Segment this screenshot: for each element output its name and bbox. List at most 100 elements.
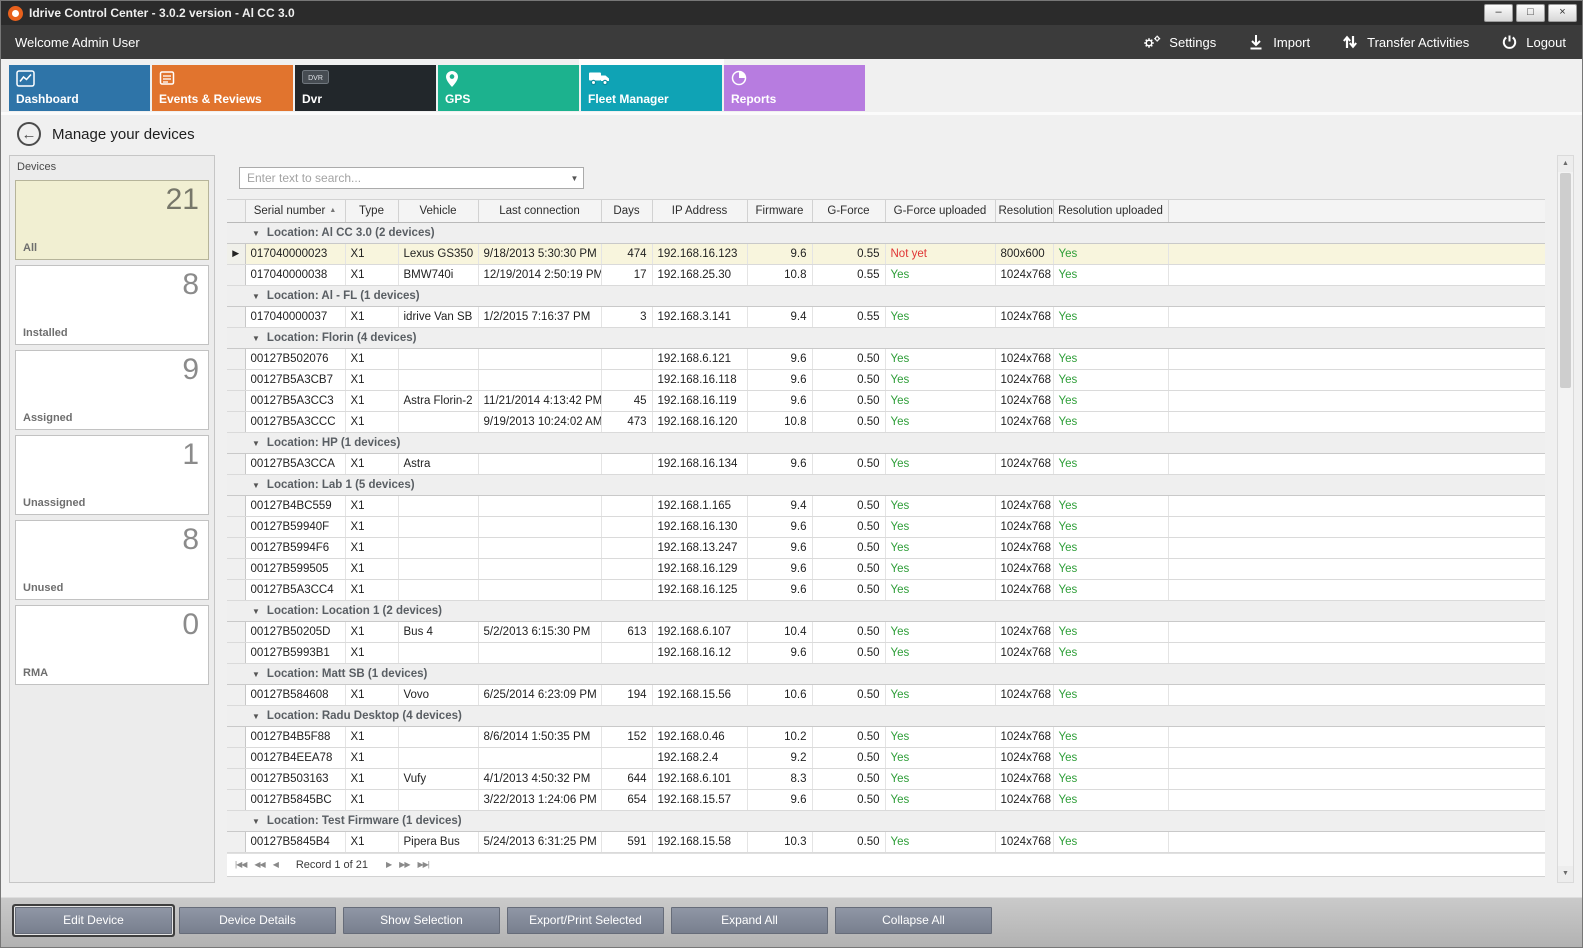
tab-gps[interactable]: GPS <box>438 65 579 111</box>
device-count: 1 <box>182 438 199 472</box>
device-row[interactable]: 00127B4BC559X1192.168.1.1659.40.50Yes102… <box>227 495 1545 516</box>
show-selection-button[interactable]: Show Selection <box>343 907 500 934</box>
cell-vehicle <box>398 558 478 579</box>
device-row[interactable]: ▶017040000023X1Lexus GS3509/18/2013 5:30… <box>227 243 1545 264</box>
column-header-last-connection[interactable]: Last connection <box>478 200 601 222</box>
scroll-down-icon[interactable]: ▼ <box>1558 866 1573 882</box>
collapse-all-button[interactable]: Collapse All <box>835 907 992 934</box>
column-header-serial-number[interactable]: Serial number▲ <box>245 200 345 222</box>
collapse-icon[interactable]: ▼ <box>252 670 260 679</box>
nav-logout[interactable]: Logout <box>1499 33 1566 51</box>
device-row[interactable]: 00127B5A3CC4X1192.168.16.1259.60.50Yes10… <box>227 579 1545 600</box>
device-filter-rma[interactable]: 0RMA <box>15 605 209 685</box>
device-row[interactable]: 00127B5A3CC3X1Astra Florin-211/21/2014 4… <box>227 390 1545 411</box>
device-row[interactable]: 00127B5A3CCCX19/19/2013 10:24:02 AM47319… <box>227 411 1545 432</box>
group-row[interactable]: ▼Location: Lab 1 (5 devices) <box>227 474 1545 495</box>
column-header-type[interactable]: Type <box>345 200 398 222</box>
device-row[interactable]: 00127B502076X1192.168.6.1219.60.50Yes102… <box>227 348 1545 369</box>
device-row[interactable]: 00127B5A3CCAX1Astra192.168.16.1349.60.50… <box>227 453 1545 474</box>
group-row[interactable]: ▼Location: Location 1 (2 devices) <box>227 600 1545 621</box>
collapse-icon[interactable]: ▼ <box>252 334 260 343</box>
tab-events-reviews[interactable]: Events & Reviews <box>152 65 293 111</box>
export-print-selected-button[interactable]: Export/Print Selected <box>507 907 664 934</box>
pager-next-page-button[interactable]: ▶▶ <box>399 860 409 869</box>
device-row[interactable]: 00127B4EEA78X1192.168.2.49.20.50Yes1024x… <box>227 747 1545 768</box>
nav-settings[interactable]: Settings <box>1142 33 1216 51</box>
maximize-button[interactable]: □ <box>1516 4 1545 22</box>
column-header-firmware[interactable]: Firmware <box>747 200 812 222</box>
device-row[interactable]: 017040000037X1idrive Van SB1/2/2015 7:16… <box>227 306 1545 327</box>
cell-resolution-uploaded: Yes <box>1053 243 1168 264</box>
device-row[interactable]: 00127B5A3CB7X1192.168.16.1189.60.50Yes10… <box>227 369 1545 390</box>
back-button[interactable]: ← <box>17 122 41 146</box>
collapse-icon[interactable]: ▼ <box>252 817 260 826</box>
collapse-icon[interactable]: ▼ <box>252 292 260 301</box>
row-indicator <box>227 768 245 789</box>
pager-prev-page-button[interactable]: ◀◀ <box>254 860 264 869</box>
column-header-g-force[interactable]: G-Force <box>812 200 885 222</box>
device-filter-unassigned[interactable]: 1Unassigned <box>15 435 209 515</box>
group-row[interactable]: ▼Location: Al CC 3.0 (2 devices) <box>227 222 1545 243</box>
pager-prev-button[interactable]: ◀ <box>273 860 278 869</box>
device-row[interactable]: 00127B5845BCX13/22/2013 1:24:06 PM654192… <box>227 789 1545 810</box>
device-filter-assigned[interactable]: 9Assigned <box>15 350 209 430</box>
device-row[interactable]: 00127B599505X1192.168.16.1299.60.50Yes10… <box>227 558 1545 579</box>
cell-serial-number: 00127B5845BC <box>245 789 345 810</box>
column-header-ip-address[interactable]: IP Address <box>652 200 747 222</box>
device-row[interactable]: 00127B503163X1Vufy4/1/2013 4:50:32 PM644… <box>227 768 1545 789</box>
collapse-icon[interactable]: ▼ <box>252 439 260 448</box>
cell-serial-number: 00127B503163 <box>245 768 345 789</box>
device-row[interactable]: 00127B5845B4X1Pipera Bus5/24/2013 6:31:2… <box>227 831 1545 852</box>
tab-dashboard[interactable]: Dashboard <box>9 65 150 111</box>
chevron-down-icon[interactable]: ▼ <box>566 174 583 183</box>
device-filter-unused[interactable]: 8Unused <box>15 520 209 600</box>
group-row[interactable]: ▼ Location: Al - FL (1 devices) <box>227 285 1545 306</box>
row-indicator <box>227 537 245 558</box>
device-row[interactable]: 00127B50205DX1Bus 45/2/2013 6:15:30 PM61… <box>227 621 1545 642</box>
scroll-up-icon[interactable]: ▲ <box>1558 156 1573 172</box>
pager-next-button[interactable]: ▶ <box>386 860 391 869</box>
column-header-vehicle[interactable]: Vehicle <box>398 200 478 222</box>
collapse-icon[interactable]: ▼ <box>252 481 260 490</box>
device-details-button[interactable]: Device Details <box>179 907 336 934</box>
edit-device-button[interactable]: Edit Device <box>15 907 172 934</box>
column-header-resolution-uploaded[interactable]: Resolution uploaded <box>1053 200 1168 222</box>
device-filter-installed[interactable]: 8Installed <box>15 265 209 345</box>
pager-last-button[interactable]: ▶▶| <box>417 860 428 869</box>
column-header-g-force-uploaded[interactable]: G-Force uploaded <box>885 200 995 222</box>
column-header-days[interactable]: Days <box>601 200 652 222</box>
nav-transfer-activities[interactable]: Transfer Activities <box>1340 33 1469 51</box>
tab-dvr[interactable]: DVRDvr <box>295 65 436 111</box>
vertical-scrollbar[interactable]: ▲ ▼ <box>1557 155 1574 883</box>
cell-type: X1 <box>345 306 398 327</box>
column-header-resolution[interactable]: Resolution <box>995 200 1053 222</box>
device-row[interactable]: 00127B584608X1Vovo6/25/2014 6:23:09 PM19… <box>227 684 1545 705</box>
cell-g-force-uploaded: Yes <box>885 789 995 810</box>
collapse-icon[interactable]: ▼ <box>252 229 260 238</box>
nav-import[interactable]: Import <box>1246 33 1310 51</box>
collapse-icon[interactable]: ▼ <box>252 712 260 721</box>
group-row[interactable]: ▼Location: Test Firmware (1 devices) <box>227 810 1545 831</box>
scrollbar-thumb[interactable] <box>1560 173 1571 388</box>
collapse-icon[interactable]: ▼ <box>252 607 260 616</box>
group-row[interactable]: ▼Location: HP (1 devices) <box>227 432 1545 453</box>
device-row[interactable]: 00127B5994F6X1192.168.13.2479.60.50Yes10… <box>227 537 1545 558</box>
tab-reports[interactable]: Reports <box>724 65 865 111</box>
device-filter-all[interactable]: 21All <box>15 180 209 260</box>
minimize-button[interactable]: – <box>1484 4 1513 22</box>
device-row[interactable]: 00127B5993B1X1192.168.16.129.60.50Yes102… <box>227 642 1545 663</box>
search-input[interactable] <box>240 171 566 185</box>
pager-first-button[interactable]: |◀◀ <box>235 860 246 869</box>
group-row[interactable]: ▼Location: Radu Desktop (4 devices) <box>227 705 1545 726</box>
group-label: Location: Al - FL (1 devices) <box>267 290 420 302</box>
scrollbar-track[interactable] <box>1558 172 1573 866</box>
device-row[interactable]: 00127B59940FX1192.168.16.1309.60.50Yes10… <box>227 516 1545 537</box>
device-row[interactable]: 00127B4B5F88X18/6/2014 1:50:35 PM152192.… <box>227 726 1545 747</box>
tab-fleet-manager[interactable]: Fleet Manager <box>581 65 722 111</box>
group-row[interactable]: ▼Location: Matt SB (1 devices) <box>227 663 1545 684</box>
cell-ip-address: 192.168.15.58 <box>652 831 747 852</box>
expand-all-button[interactable]: Expand All <box>671 907 828 934</box>
group-row[interactable]: ▼Location: Florin (4 devices) <box>227 327 1545 348</box>
device-row[interactable]: 017040000038X1BMW740i12/19/2014 2:50:19 … <box>227 264 1545 285</box>
close-button[interactable]: × <box>1548 4 1577 22</box>
